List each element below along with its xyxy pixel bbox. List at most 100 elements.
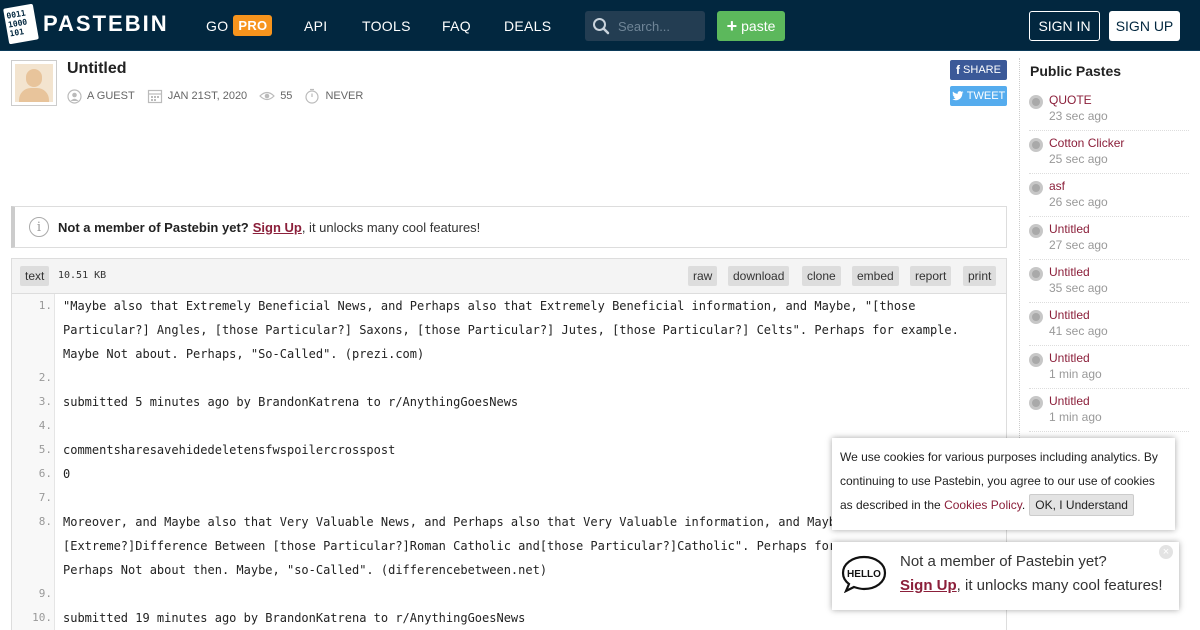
tweet-label: TWEET: [966, 90, 1006, 102]
facebook-icon: f: [956, 63, 961, 77]
public-paste-item[interactable]: Cotton Clicker 25 sec ago: [1029, 136, 1189, 174]
line-number: 1.: [38, 299, 52, 312]
nav-tools[interactable]: TOOLS: [362, 0, 411, 51]
expiry-value: NEVER: [325, 90, 364, 102]
public-pastes-sidebar: Public Pastes QUOTE 23 sec ago Cotton Cl…: [1019, 58, 1200, 438]
public-paste-name[interactable]: Untitled: [1049, 265, 1090, 279]
code-line: 4.: [12, 414, 1006, 438]
nav-api[interactable]: API: [304, 0, 327, 51]
info-icon: i: [29, 217, 49, 237]
syntax-tag[interactable]: text: [20, 266, 50, 286]
report-button[interactable]: report: [910, 266, 952, 286]
notice-prefix: Not a member of Pastebin yet?: [58, 219, 249, 235]
line-number: 6.: [38, 467, 52, 480]
globe-icon: [1029, 396, 1043, 410]
line-number: 5.: [38, 443, 52, 456]
user-icon: [67, 88, 82, 104]
public-paste-item[interactable]: Untitled 27 sec ago: [1029, 222, 1189, 260]
search-icon[interactable]: [592, 17, 610, 35]
pastebin-logo[interactable]: 0011 1000 101 PASTEBIN: [3, 3, 169, 45]
search-box: [585, 11, 705, 41]
view-count: 55: [280, 90, 293, 102]
line-number: 3.: [38, 395, 52, 408]
public-paste-name[interactable]: Untitled: [1049, 351, 1090, 365]
pro-badge: PRO: [233, 15, 273, 36]
globe-icon: [1029, 310, 1043, 324]
hello-line-1: Not a member of Pastebin yet?: [900, 553, 1107, 570]
print-button[interactable]: print: [963, 266, 997, 286]
line-number: 8.: [38, 515, 52, 528]
line-number: 10.: [32, 611, 52, 624]
hello-line-2-suffix: , it unlocks many cool features!: [956, 577, 1163, 594]
line-text: [55, 414, 990, 438]
public-paste-time: 41 sec ago: [1049, 324, 1108, 338]
eye-icon: [259, 91, 276, 101]
paste-title: Untitled: [67, 60, 127, 77]
nav-faq[interactable]: FAQ: [442, 0, 471, 51]
notice-signup-link[interactable]: Sign Up: [253, 220, 302, 235]
globe-icon: [1029, 138, 1043, 152]
facebook-share-button[interactable]: f SHARE: [950, 60, 1007, 80]
hello-line-2: Sign Up, it unlocks many cool features!: [900, 577, 1163, 594]
logo-icon: 0011 1000 101: [3, 3, 39, 45]
brand-name: PASTEBIN: [43, 11, 169, 36]
globe-icon: [1029, 181, 1043, 195]
signup-notice: i Not a member of Pastebin yet? Sign Up …: [11, 206, 1007, 248]
timer-icon: [305, 88, 320, 104]
line-number: 7.: [38, 491, 52, 504]
close-icon[interactable]: ×: [1159, 545, 1173, 559]
public-paste-item[interactable]: Untitled 35 sec ago: [1029, 265, 1189, 303]
hello-text: HELLO: [847, 569, 881, 580]
public-paste-name[interactable]: Untitled: [1049, 394, 1090, 408]
code-toolbar: text 10.51 KB raw download clone embed r…: [12, 259, 1006, 294]
views-info: 55: [259, 90, 292, 102]
nav-go-label: GO: [206, 17, 229, 34]
embed-button[interactable]: embed: [852, 266, 899, 286]
code-line: 1. "Maybe also that Extremely Beneficial …: [12, 294, 1006, 366]
top-nav-bar: 0011 1000 101 PASTEBIN GO PRO API TOOLS …: [0, 0, 1200, 51]
public-paste-name[interactable]: Untitled: [1049, 308, 1090, 322]
public-paste-name[interactable]: Cotton Clicker: [1049, 136, 1124, 150]
public-paste-time: 35 sec ago: [1049, 281, 1108, 295]
public-paste-name[interactable]: QUOTE: [1049, 93, 1092, 107]
nav-deals[interactable]: DEALS: [504, 0, 551, 51]
public-paste-time: 23 sec ago: [1049, 109, 1108, 123]
sign-in-button[interactable]: SIGN IN: [1029, 11, 1100, 41]
share-label: SHARE: [963, 64, 1001, 76]
twitter-icon: [952, 91, 964, 101]
paste-meta: A GUEST JAN 21ST, 2020 55 NEVER: [67, 88, 375, 104]
author-info: A GUEST: [67, 88, 135, 104]
globe-icon: [1029, 95, 1043, 109]
public-paste-item[interactable]: asf 26 sec ago: [1029, 179, 1189, 217]
public-paste-item[interactable]: Untitled 1 min ago: [1029, 351, 1189, 389]
notice-suffix: , it unlocks many cool features!: [301, 219, 481, 235]
public-paste-time: 26 sec ago: [1049, 195, 1108, 209]
twitter-tweet-button[interactable]: TWEET: [950, 86, 1007, 106]
nav-go-pro[interactable]: GO PRO: [206, 0, 273, 51]
public-paste-item[interactable]: Untitled 41 sec ago: [1029, 308, 1189, 346]
public-paste-name[interactable]: asf: [1049, 179, 1065, 193]
cookies-policy-link[interactable]: Cookies Policy: [944, 498, 1022, 512]
raw-button[interactable]: raw: [688, 266, 718, 286]
paste-size: 10.51 KB: [58, 270, 107, 281]
cookie-ok-button[interactable]: OK, I Understand: [1029, 494, 1134, 516]
sign-up-button[interactable]: SIGN UP: [1109, 11, 1180, 41]
line-text: [55, 366, 990, 390]
new-paste-button[interactable]: + paste: [717, 11, 785, 41]
clone-button[interactable]: clone: [802, 266, 841, 286]
public-paste-time: 27 sec ago: [1049, 238, 1108, 252]
paste-date: JAN 21ST, 2020: [167, 90, 248, 102]
line-number: 9.: [38, 587, 52, 600]
hello-signup-link[interactable]: Sign Up: [900, 577, 957, 594]
public-paste-item[interactable]: QUOTE 23 sec ago: [1029, 93, 1189, 131]
search-input[interactable]: [618, 18, 698, 34]
globe-icon: [1029, 224, 1043, 238]
plus-icon: +: [726, 16, 738, 36]
public-paste-item[interactable]: Untitled 1 min ago: [1029, 394, 1189, 432]
author-name[interactable]: A GUEST: [87, 90, 135, 102]
public-paste-time: 25 sec ago: [1049, 152, 1108, 166]
guest-avatar: [11, 60, 57, 106]
download-button[interactable]: download: [728, 266, 790, 286]
line-number: 4.: [38, 419, 52, 432]
public-paste-name[interactable]: Untitled: [1049, 222, 1090, 236]
